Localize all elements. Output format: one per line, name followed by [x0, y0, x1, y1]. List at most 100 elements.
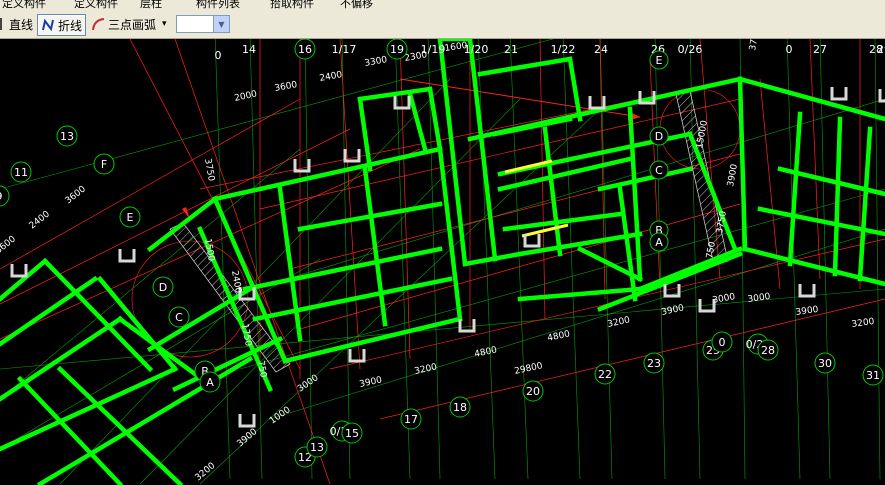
beam — [832, 116, 843, 277]
beam — [542, 126, 563, 257]
beam — [567, 56, 583, 122]
reference-line — [0, 98, 301, 270]
dim-bottom: 3900 — [661, 303, 686, 318]
axis-bubble-left-label: C — [175, 311, 183, 324]
dim-left: 750 — [255, 360, 268, 379]
beam — [357, 96, 373, 172]
toolbar-item-define[interactable]: 定义构件 — [74, 0, 118, 11]
expansion-joint — [675, 90, 729, 266]
axis-bubble-top-label: 16 — [298, 43, 312, 56]
beam — [437, 39, 468, 267]
dim-bottom: 29800 — [514, 361, 544, 377]
columns-layer[interactable] — [10, 87, 885, 428]
chevron-down-icon[interactable]: ▾ — [162, 19, 167, 29]
axis-label-top: 0/26 — [678, 43, 703, 56]
column-marker — [798, 284, 816, 298]
arc-label: 三点画弧 — [108, 17, 157, 32]
axis-label-top: 1/19 — [421, 43, 446, 56]
dim-top: 3300 — [364, 55, 389, 69]
beam — [427, 86, 443, 152]
axis-line — [214, 39, 231, 480]
dim-bottom: 3000 — [712, 292, 737, 306]
beam — [477, 56, 573, 77]
chevron-down-icon[interactable]: ▼ — [213, 16, 229, 32]
dim-bottom: 4800 — [547, 329, 572, 344]
axis-bubble-top-label: 19 — [390, 43, 404, 56]
column-marker — [238, 414, 256, 428]
axis-bubble-left-label: E — [127, 211, 134, 224]
toolbar-item-layer[interactable]: 层柱 — [140, 0, 162, 11]
axis-bubble-right-label: E — [656, 54, 663, 67]
axis-bubble-bottom-label: 0 — [719, 336, 726, 349]
beam — [617, 186, 638, 302]
toolbar-item-list[interactable]: 构件列表 — [196, 0, 240, 11]
axis-bubble-left-label: A — [206, 376, 214, 389]
axis-bubble-bottom-label: 31 — [866, 369, 880, 382]
column-marker — [10, 264, 28, 278]
dim-bottom: 3200 — [851, 317, 875, 330]
offset-combo[interactable]: 不偏移 — [340, 0, 373, 11]
axis-label-top: 21 — [504, 43, 518, 56]
axis-line — [874, 39, 881, 480]
column-marker — [830, 87, 848, 101]
axis-bubble-bottom-label: 20 — [526, 385, 540, 398]
axis-bubble-left-label: 9 — [0, 190, 3, 203]
beam — [0, 257, 49, 302]
style-combo[interactable]: ▼ — [176, 15, 230, 33]
axis-label-top: 1/20 — [464, 43, 489, 56]
polyline-label: 折线 — [58, 18, 83, 33]
reference-line — [259, 98, 741, 210]
dim-left: 3600 — [64, 184, 88, 206]
toolbar-item-pick[interactable]: 拾取构件 — [270, 0, 314, 11]
dim-top: 3750 — [748, 39, 762, 52]
beam — [282, 316, 463, 364]
axis-line — [341, 39, 351, 480]
reference-line — [809, 39, 821, 280]
column-marker — [118, 249, 136, 263]
axis-bubble-left-label: 11 — [14, 166, 28, 179]
dim-left: 3750 — [202, 158, 216, 183]
toolbar-item-0[interactable]: 定义构件 — [2, 0, 46, 11]
drawing-canvas[interactable]: 2000360024003300 23001600 3750360024003600… — [0, 39, 885, 485]
dim-bottom: 3900 — [236, 427, 260, 450]
beam — [56, 365, 184, 485]
dim-bottom: 4800 — [474, 345, 499, 360]
beam — [597, 166, 693, 192]
axis-bubble-right-label: D — [655, 130, 663, 143]
beam — [252, 276, 453, 322]
beam — [407, 91, 428, 152]
axis-label-top: 27 — [813, 43, 827, 56]
line-icon — [0, 18, 6, 30]
draw-toolbar: 直线 折线 三点画弧 ▾ ▼ — [0, 11, 885, 39]
axis-label-top: 29 — [877, 43, 885, 56]
axis-label-top: 0 — [215, 49, 222, 62]
axis-bubble-right-label: C — [655, 164, 663, 177]
polyline-button[interactable]: 折线 — [37, 14, 87, 36]
axis-label-top: 14 — [242, 43, 256, 56]
axis-bubble-bottom-label: 18 — [453, 401, 467, 414]
line-button[interactable]: 直线 — [0, 14, 33, 34]
axis-bubble-bottom-label: 17 — [404, 413, 418, 426]
dim-top: 2400 — [319, 70, 344, 84]
beam — [146, 285, 254, 353]
axis-line — [654, 39, 666, 480]
beam — [857, 126, 873, 282]
arc-button[interactable]: 三点画弧 ▾ — [91, 14, 167, 34]
axis-label-top: 1/17 — [332, 43, 357, 56]
axis-bubble-left-label: F — [101, 158, 107, 171]
dim-right: 3900 — [726, 163, 740, 188]
beam — [242, 246, 443, 292]
axis-label-top: 1/22 — [551, 43, 576, 56]
beam — [277, 186, 303, 342]
axis-bubble-right-label: A — [655, 236, 663, 249]
polyline-icon — [42, 18, 54, 32]
axis-bubble-bottom-label: 22 — [598, 368, 612, 381]
axis-bubble-bottom-label: 28 — [761, 344, 775, 357]
dim-bottom: 3200 — [194, 461, 218, 484]
dim-bottom: 3900 — [359, 375, 384, 390]
dim-bottom: 3000 — [747, 292, 771, 305]
reference-line — [399, 39, 411, 360]
beam — [517, 286, 643, 302]
axis-line — [269, 228, 885, 420]
beam — [212, 146, 443, 202]
